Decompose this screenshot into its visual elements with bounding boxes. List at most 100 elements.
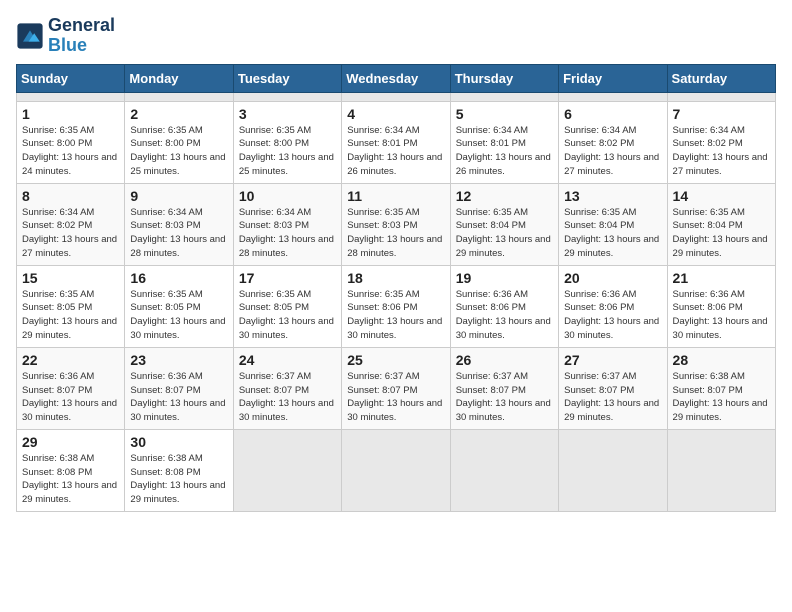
day-info: Sunrise: 6:35 AMSunset: 8:00 PMDaylight:… [239,124,336,179]
calendar-cell: 3 Sunrise: 6:35 AMSunset: 8:00 PMDaylight… [233,101,341,183]
day-number: 24 [239,352,336,368]
calendar-cell: 26 Sunrise: 6:37 AMSunset: 8:07 PMDayligh… [450,347,558,429]
day-number: 20 [564,270,661,286]
calendar-cell: 15 Sunrise: 6:35 AMSunset: 8:05 PMDayligh… [17,265,125,347]
calendar-row: 22Sunrise: 6:36 AMSunset: 8:07 PMDayligh… [17,347,776,429]
calendar-cell: 4 Sunrise: 6:34 AMSunset: 8:01 PMDaylight… [342,101,450,183]
day-number: 17 [239,270,336,286]
day-info: Sunrise: 6:34 AMSunset: 8:01 PMDaylight:… [347,124,444,179]
calendar-cell: 29 Sunrise: 6:38 AMSunset: 8:08 PMDayligh… [17,429,125,511]
day-number: 12 [456,188,553,204]
day-number: 1 [22,106,119,122]
day-info: Sunrise: 6:35 AMSunset: 8:04 PMDaylight:… [456,206,553,261]
calendar-cell: 16 Sunrise: 6:35 AMSunset: 8:05 PMDayligh… [125,265,233,347]
weekday-header: Monday [125,64,233,92]
calendar-cell: 11 Sunrise: 6:35 AMSunset: 8:03 PMDayligh… [342,183,450,265]
calendar-cell: 25Sunrise: 6:37 AMSunset: 8:07 PMDayligh… [342,347,450,429]
weekday-header: Thursday [450,64,558,92]
day-number: 4 [347,106,444,122]
calendar-cell: 9 Sunrise: 6:34 AMSunset: 8:03 PMDaylight… [125,183,233,265]
day-number: 13 [564,188,661,204]
weekday-header: Friday [559,64,667,92]
day-number: 11 [347,188,444,204]
calendar-cell: 23Sunrise: 6:36 AMSunset: 8:07 PMDayligh… [125,347,233,429]
page-header: General Blue [16,16,776,56]
day-number: 28 [673,352,770,368]
day-info: Sunrise: 6:34 AMSunset: 8:02 PMDaylight:… [564,124,661,179]
day-number: 8 [22,188,119,204]
calendar-cell: 20 Sunrise: 6:36 AMSunset: 8:06 PMDayligh… [559,265,667,347]
calendar-cell [233,429,341,511]
calendar-cell [450,92,558,101]
day-info: Sunrise: 6:34 AMSunset: 8:01 PMDaylight:… [456,124,553,179]
calendar-row: 8 Sunrise: 6:34 AMSunset: 8:02 PMDaylight… [17,183,776,265]
calendar-row: 29 Sunrise: 6:38 AMSunset: 8:08 PMDayligh… [17,429,776,511]
day-info: Sunrise: 6:34 AMSunset: 8:03 PMDaylight:… [130,206,227,261]
day-info: Sunrise: 6:36 AMSunset: 8:06 PMDaylight:… [456,288,553,343]
calendar-cell: 28 Sunrise: 6:38 AMSunset: 8:07 PMDayligh… [667,347,775,429]
calendar-cell [667,429,775,511]
calendar-row [17,92,776,101]
day-number: 29 [22,434,119,450]
day-number: 3 [239,106,336,122]
day-info: Sunrise: 6:34 AMSunset: 8:02 PMDaylight:… [22,206,119,261]
calendar-cell: 5 Sunrise: 6:34 AMSunset: 8:01 PMDaylight… [450,101,558,183]
day-info: Sunrise: 6:37 AMSunset: 8:07 PMDaylight:… [456,370,553,425]
calendar-cell: 18Sunrise: 6:35 AMSunset: 8:06 PMDayligh… [342,265,450,347]
calendar-cell [450,429,558,511]
calendar-cell: 10 Sunrise: 6:34 AMSunset: 8:03 PMDayligh… [233,183,341,265]
day-number: 6 [564,106,661,122]
calendar-cell: 12 Sunrise: 6:35 AMSunset: 8:04 PMDayligh… [450,183,558,265]
day-number: 9 [130,188,227,204]
calendar-cell: 19 Sunrise: 6:36 AMSunset: 8:06 PMDayligh… [450,265,558,347]
calendar-cell [342,429,450,511]
calendar-cell: 22Sunrise: 6:36 AMSunset: 8:07 PMDayligh… [17,347,125,429]
day-info: Sunrise: 6:35 AMSunset: 8:04 PMDaylight:… [564,206,661,261]
day-info: Sunrise: 6:35 AMSunset: 8:05 PMDaylight:… [130,288,227,343]
logo: General Blue [16,16,115,56]
day-number: 26 [456,352,553,368]
calendar-cell: 17 Sunrise: 6:35 AMSunset: 8:05 PMDayligh… [233,265,341,347]
calendar-cell: 14Sunrise: 6:35 AMSunset: 8:04 PMDayligh… [667,183,775,265]
day-info: Sunrise: 6:38 AMSunset: 8:08 PMDaylight:… [130,452,227,507]
day-info: Sunrise: 6:35 AMSunset: 8:04 PMDaylight:… [673,206,770,261]
calendar-cell [17,92,125,101]
day-number: 7 [673,106,770,122]
day-info: Sunrise: 6:35 AMSunset: 8:05 PMDaylight:… [239,288,336,343]
weekday-header: Sunday [17,64,125,92]
weekday-header: Saturday [667,64,775,92]
day-info: Sunrise: 6:35 AMSunset: 8:03 PMDaylight:… [347,206,444,261]
calendar-cell [125,92,233,101]
calendar-row: 1 Sunrise: 6:35 AMSunset: 8:00 PMDaylight… [17,101,776,183]
weekday-header: Wednesday [342,64,450,92]
calendar-cell [667,92,775,101]
day-info: Sunrise: 6:37 AMSunset: 8:07 PMDaylight:… [239,370,336,425]
day-number: 2 [130,106,227,122]
day-info: Sunrise: 6:37 AMSunset: 8:07 PMDaylight:… [347,370,444,425]
day-info: Sunrise: 6:38 AMSunset: 8:08 PMDaylight:… [22,452,119,507]
day-info: Sunrise: 6:34 AMSunset: 8:03 PMDaylight:… [239,206,336,261]
day-info: Sunrise: 6:35 AMSunset: 8:00 PMDaylight:… [130,124,227,179]
calendar-cell [559,92,667,101]
day-number: 10 [239,188,336,204]
day-number: 21 [673,270,770,286]
calendar-cell: 24 Sunrise: 6:37 AMSunset: 8:07 PMDayligh… [233,347,341,429]
calendar-cell: 13 Sunrise: 6:35 AMSunset: 8:04 PMDayligh… [559,183,667,265]
weekday-header-row: SundayMondayTuesdayWednesdayThursdayFrid… [17,64,776,92]
calendar-cell [559,429,667,511]
day-info: Sunrise: 6:38 AMSunset: 8:07 PMDaylight:… [673,370,770,425]
calendar-cell: 6 Sunrise: 6:34 AMSunset: 8:02 PMDaylight… [559,101,667,183]
calendar-cell: 30Sunrise: 6:38 AMSunset: 8:08 PMDayligh… [125,429,233,511]
day-number: 15 [22,270,119,286]
calendar-cell: 27Sunrise: 6:37 AMSunset: 8:07 PMDayligh… [559,347,667,429]
day-number: 16 [130,270,227,286]
day-info: Sunrise: 6:35 AMSunset: 8:05 PMDaylight:… [22,288,119,343]
logo-icon [16,22,44,50]
day-info: Sunrise: 6:36 AMSunset: 8:06 PMDaylight:… [673,288,770,343]
day-number: 19 [456,270,553,286]
day-number: 27 [564,352,661,368]
day-info: Sunrise: 6:36 AMSunset: 8:06 PMDaylight:… [564,288,661,343]
day-info: Sunrise: 6:34 AMSunset: 8:02 PMDaylight:… [673,124,770,179]
calendar-row: 15 Sunrise: 6:35 AMSunset: 8:05 PMDayligh… [17,265,776,347]
day-number: 5 [456,106,553,122]
